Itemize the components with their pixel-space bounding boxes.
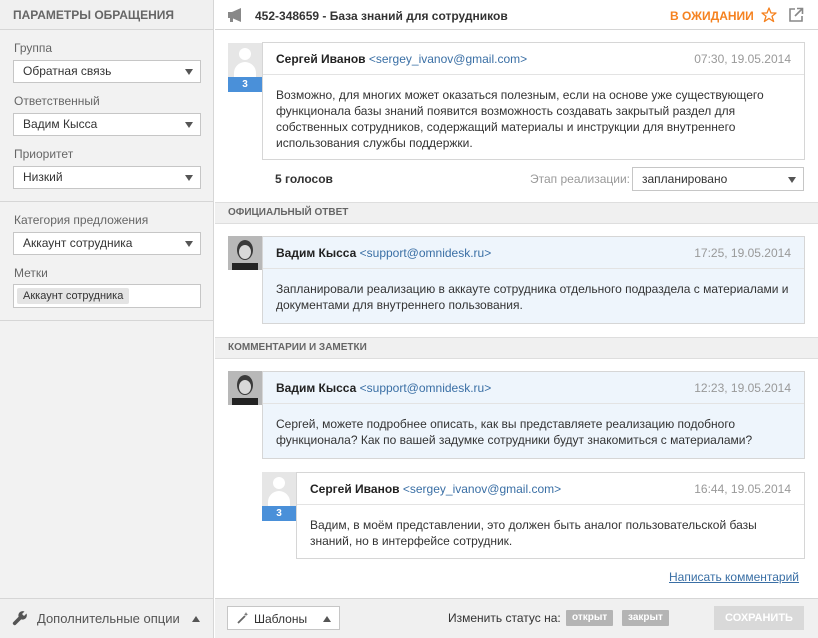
user-avatar-icon: [262, 472, 296, 506]
category-select[interactable]: Аккаунт сотрудника: [13, 232, 201, 255]
megaphone-icon: [228, 8, 241, 22]
votes-count: 5 голосов: [275, 172, 333, 186]
external-link-icon[interactable]: [788, 7, 804, 23]
write-comment-link[interactable]: Написать комментарий: [669, 570, 799, 584]
official-answer-message: Вадим Кысса <support@omnidesk.ru> 17:25,…: [262, 236, 805, 324]
message-text: Сергей, можете подробнее описать, как вы…: [276, 417, 753, 447]
chevron-down-icon: [788, 177, 796, 183]
message-header: Вадим Кысса <support@omnidesk.ru> 17:25,…: [263, 237, 804, 269]
ticket-status[interactable]: В ОЖИДАНИИ: [670, 9, 754, 23]
priority-label: Приоритет: [14, 147, 74, 161]
status-open-button[interactable]: открыт: [566, 610, 614, 626]
additional-options-toggle[interactable]: Дополнительные опции: [0, 598, 213, 638]
original-message: Сергей Иванов <sergey_ivanov@gmail.com> …: [262, 42, 805, 160]
author-email: <sergey_ivanov@gmail.com>: [368, 52, 528, 66]
ticket-header: 452-348659 - База знаний для сотрудников…: [215, 0, 818, 30]
author-name: Сергей Иванов <sergey_ivanov@gmail.com>: [276, 52, 528, 66]
tags-input[interactable]: Аккаунт сотрудника: [13, 284, 201, 308]
comments-heading: КОММЕНТАРИИ И ЗАМЕТКИ: [215, 337, 818, 359]
ticket-title: 452-348659 - База знаний для сотрудников: [255, 9, 508, 23]
author-name: Вадим Кысса <support@omnidesk.ru>: [276, 246, 492, 260]
author-email: <sergey_ivanov@gmail.com>: [402, 482, 562, 496]
group-label: Группа: [14, 41, 53, 55]
assignee-label: Ответственный: [14, 94, 100, 108]
message-header: Сергей Иванов <sergey_ivanov@gmail.com> …: [263, 43, 804, 75]
message-text: Вадим, в моём представлении, это должен …: [310, 518, 757, 548]
group-select-value: Обратная связь: [23, 64, 112, 78]
templates-button[interactable]: Шаблоны: [227, 606, 340, 630]
avatar: [228, 371, 262, 405]
stage-select[interactable]: запланировано: [632, 167, 804, 191]
sidebar: ПАРАМЕТРЫ ОБРАЩЕНИЯ Группа Обратная связ…: [0, 0, 214, 638]
sidebar-header: ПАРАМЕТРЫ ОБРАЩЕНИЯ: [0, 0, 213, 30]
official-answer-heading: ОФИЦИАЛЬНЫЙ ОТВЕТ: [215, 202, 818, 224]
tag-chip[interactable]: Аккаунт сотрудника: [17, 288, 130, 304]
message-header: Вадим Кысса <support@omnidesk.ru> 12:23,…: [263, 372, 804, 404]
author-name: Вадим Кысса <support@omnidesk.ru>: [276, 381, 492, 395]
sidebar-divider: [0, 201, 213, 202]
status-closed-button[interactable]: закрыт: [622, 610, 669, 626]
chevron-up-icon: [192, 616, 200, 622]
priority-select-value: Низкий: [23, 170, 63, 184]
chevron-down-icon: [185, 69, 193, 75]
sidebar-divider: [0, 320, 213, 321]
reply-message: Сергей Иванов <sergey_ivanov@gmail.com> …: [296, 472, 805, 559]
chevron-down-icon: [185, 122, 193, 128]
user-avatar-icon: [228, 43, 262, 77]
message-time: 16:44, 19.05.2014: [694, 482, 791, 496]
vote-count-badge[interactable]: 3: [262, 506, 296, 521]
star-icon[interactable]: [761, 7, 777, 23]
chevron-up-icon: [323, 616, 331, 622]
author-name: Сергей Иванов <sergey_ivanov@gmail.com>: [310, 482, 562, 496]
save-button[interactable]: СОХРАНИТЬ: [714, 606, 804, 630]
message-header: Сергей Иванов <sergey_ivanov@gmail.com> …: [297, 473, 804, 505]
category-label: Категория предложения: [14, 213, 149, 227]
magic-wand-icon: [237, 612, 249, 624]
author-email: <support@omnidesk.ru>: [359, 246, 492, 260]
stage-select-value: запланировано: [642, 172, 728, 186]
assignee-select-value: Вадим Кысса: [23, 117, 98, 131]
message-time: 07:30, 19.05.2014: [694, 52, 791, 66]
vote-count-badge[interactable]: 3: [228, 77, 262, 92]
main-panel: 452-348659 - База знаний для сотрудников…: [215, 0, 818, 638]
tags-label: Метки: [14, 266, 48, 280]
message-time: 17:25, 19.05.2014: [694, 246, 791, 260]
chevron-down-icon: [185, 241, 193, 247]
author-email: <support@omnidesk.ru>: [359, 381, 492, 395]
message-text: Запланировали реализацию в аккауте сотру…: [276, 282, 789, 312]
group-select[interactable]: Обратная связь: [13, 60, 201, 83]
message-text: Возможно, для многих может оказаться пол…: [276, 88, 764, 150]
change-status-label: Изменить статус на:: [448, 611, 561, 625]
chevron-down-icon: [185, 175, 193, 181]
priority-select[interactable]: Низкий: [13, 166, 201, 189]
assignee-select[interactable]: Вадим Кысса: [13, 113, 201, 136]
avatar: [228, 236, 262, 270]
stage-label: Этап реализации:: [530, 172, 631, 186]
bottom-toolbar: Шаблоны Изменить статус на: открыт закры…: [215, 598, 818, 638]
wrench-icon: [12, 611, 27, 626]
comment-message: Вадим Кысса <support@omnidesk.ru> 12:23,…: [262, 371, 805, 459]
templates-label: Шаблоны: [254, 612, 308, 626]
additional-options-label: Дополнительные опции: [37, 611, 180, 626]
message-time: 12:23, 19.05.2014: [694, 381, 791, 395]
category-select-value: Аккаунт сотрудника: [23, 236, 133, 250]
